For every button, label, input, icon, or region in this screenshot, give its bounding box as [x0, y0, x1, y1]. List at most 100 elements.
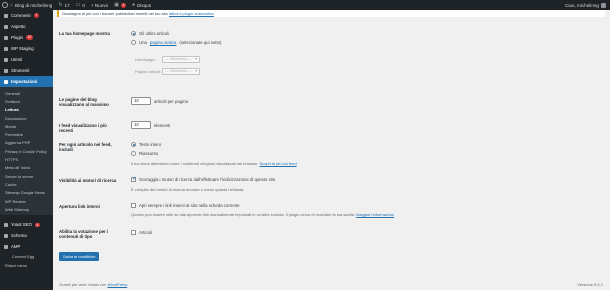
static-page-prefix: Una: [139, 40, 147, 45]
sidebar-item-yoast-seo[interactable]: Yoast SEO 4: [0, 219, 53, 230]
submenu-item-web-sitemap[interactable]: Web Sitemap: [0, 205, 53, 213]
sidebar-item-riduci-menu[interactable]: Riduci menu: [0, 261, 53, 270]
submenu-item-cache[interactable]: Cache: [0, 180, 53, 188]
submenu-item-lettura[interactable]: Lettura: [0, 106, 53, 114]
home-icon: ⌂: [10, 2, 14, 8]
notifications-link[interactable]: ▣ 4: [114, 2, 126, 8]
sidebar-item-badge: 10: [25, 35, 33, 40]
discourage-search-checkbox[interactable]: [131, 176, 137, 182]
submenu-item-permalink[interactable]: Permalink: [0, 130, 53, 138]
feed-description-link[interactable]: Scopri di più sui feed: [260, 161, 297, 166]
sidebar-item-amp[interactable]: AMP: [0, 241, 53, 252]
updates-count: 17: [64, 2, 70, 8]
save-changes-button[interactable]: Salva le modifiche: [59, 252, 100, 261]
open-links-label: Apertura link interni: [59, 204, 100, 209]
notice-link[interactable]: attiva il plugin automatico: [169, 11, 214, 16]
posts-per-page-input[interactable]: 10: [131, 97, 151, 105]
yoast-icon: ▣: [114, 2, 119, 8]
commenti-icon: [4, 13, 8, 18]
open-links-description-link[interactable]: Maggiori informazioni: [356, 212, 394, 217]
feed-items-input[interactable]: 10: [131, 121, 151, 129]
sidebar-item-label: Plugin: [11, 35, 23, 40]
open-links-checkbox-label: Apri sempre i link interni al sito nella…: [139, 203, 240, 208]
full-text-radio[interactable]: [131, 142, 136, 147]
sidebar-item-impostazioni[interactable]: Impostazioni: [0, 76, 53, 87]
homepage-select[interactable]: — Seleziona —: [162, 56, 200, 63]
posts-per-page-unit: articoli per pagina: [154, 98, 188, 104]
feeds-row: 10 elementi: [131, 121, 170, 129]
sidebar-item-badge: 1: [33, 13, 39, 18]
blog-pages-label: Le pagine del blog visualizzano al massi…: [59, 97, 109, 108]
posts-page-select-label: Pagina articoli:: [135, 69, 162, 74]
sidebar-item-label: WP Staging: [11, 46, 34, 51]
schema-icon: [4, 233, 8, 238]
sidebar-item-utenti[interactable]: Utenti: [0, 54, 53, 65]
submenu-item-meta-all-inizio[interactable]: Meta all' inizio: [0, 164, 53, 172]
sidebar-item-aspetto[interactable]: Aspetto: [0, 21, 53, 32]
disqus-link[interactable]: ● Disqus: [132, 2, 151, 8]
submenu-item-aggiorna-php[interactable]: Aggiorna PHP: [0, 139, 53, 147]
summary-radio[interactable]: [131, 151, 136, 156]
homepage-select-label: Homepage:: [135, 57, 156, 62]
sidebar-item-strumenti[interactable]: Strumenti: [0, 65, 53, 76]
option-static-page[interactable]: Una pagina statica (selezionate qui sott…: [131, 40, 221, 45]
latest-posts-radio[interactable]: [131, 31, 136, 36]
option-full-text[interactable]: Testo intero: [131, 142, 161, 147]
sidebar-item-label: Commenti: [11, 13, 31, 18]
blog-pages-row: 10 articoli per pagina: [131, 97, 188, 105]
sidebar-item-plugin[interactable]: Plugin 10: [0, 32, 53, 43]
updates-link[interactable]: ↻ 17: [58, 2, 69, 8]
notice-banner: Guadagna di più con i banner pubblicitar…: [57, 10, 605, 17]
submenu-item-discussione[interactable]: Discussione: [0, 114, 53, 122]
comments-count: 0: [82, 2, 85, 8]
submenu-item-media[interactable]: Media: [0, 122, 53, 130]
static-page-link[interactable]: pagina statica: [150, 40, 177, 45]
submenu-item-server-to-server[interactable]: Server to server: [0, 172, 53, 180]
ratings-row[interactable]: Articoli: [131, 230, 152, 235]
comments-link[interactable]: ▭ 0: [76, 2, 85, 8]
option-summary[interactable]: Riassunto: [131, 151, 158, 156]
impostazioni-icon: [4, 79, 8, 84]
posts-page-select-row: Pagina articoli: — Seleziona —: [135, 68, 200, 75]
new-content-link[interactable]: + Nuovo: [91, 3, 108, 8]
admin-bar: ⌂ Blog di michelinng ↻ 17 ▭ 0 + Nuovo ▣ …: [0, 0, 610, 10]
notice-text: Guadagna di più con i banner pubblicitar…: [62, 11, 168, 16]
sidebar-item-commenti[interactable]: Commenti 1: [0, 10, 53, 21]
ratings-label: Abilita la votazione per i contenuti di …: [59, 229, 109, 240]
footer-text: Grazie per aver creato con: [59, 282, 107, 287]
submenu-item-privacy-e-cookie-policy[interactable]: Privacy e Cookie Policy: [0, 147, 53, 155]
site-name-link[interactable]: ⌂ Blog di michelinng: [10, 2, 52, 8]
posts-page-select[interactable]: — Seleziona —: [162, 68, 200, 75]
greeting: Ciao, michelinng: [565, 2, 599, 8]
plugin-icon: [4, 35, 8, 40]
static-page-radio[interactable]: [131, 40, 136, 45]
option-latest-posts[interactable]: Gli ultimi articoli: [131, 31, 169, 36]
sidebar-item-content-egg[interactable]: Content Egg: [0, 252, 53, 261]
summary-label: Riassunto: [139, 151, 159, 156]
homepage-select-row: Homepage: — Seleziona —: [135, 56, 200, 63]
open-links-row[interactable]: Apri sempre i link interni al sito nella…: [131, 203, 240, 208]
submenu-item-scrittura[interactable]: Scrittura: [0, 97, 53, 105]
submenu-item-https[interactable]: HTTPS: [0, 155, 53, 163]
submenu-item-wp-review[interactable]: WP Review: [0, 197, 53, 205]
sidebar-item-label: Utenti: [11, 57, 23, 62]
comment-icon: ▭: [75, 2, 81, 8]
ratings-posts-checkbox[interactable]: [131, 230, 136, 235]
submenu-item-sitemap-google-news[interactable]: Sitemap Google News: [0, 189, 53, 197]
disqus-label: Disqus: [136, 2, 152, 8]
latest-posts-label: Gli ultimi articoli: [139, 31, 170, 36]
wordpress-logo-icon[interactable]: [0, 0, 10, 10]
wordpress-link[interactable]: WordPress: [107, 282, 127, 287]
open-links-description: Questo può essere utile se stai aprendo …: [131, 212, 394, 217]
account-menu[interactable]: Ciao, michelinng: [565, 2, 606, 8]
sidebar-item-wp-staging[interactable]: WP Staging: [0, 43, 53, 54]
discourage-search-label: Scoraggia i motori di ricerca dall'effet…: [139, 177, 276, 182]
aspetto-icon: [4, 24, 8, 29]
submenu-item-generali[interactable]: Generali: [0, 89, 53, 97]
search-visibility-description: È compito dei motori di ricerca onorare …: [131, 187, 245, 192]
discourage-search-row[interactable]: Scoraggia i motori di ricerca dall'effet…: [131, 176, 276, 182]
open-links-checkbox[interactable]: [131, 203, 136, 208]
notifications-badge: 4: [120, 2, 126, 8]
feed-description-text: Il tuo tema determina come i contenuti v…: [131, 161, 259, 166]
sidebar-item-schema[interactable]: Schema: [0, 230, 53, 241]
